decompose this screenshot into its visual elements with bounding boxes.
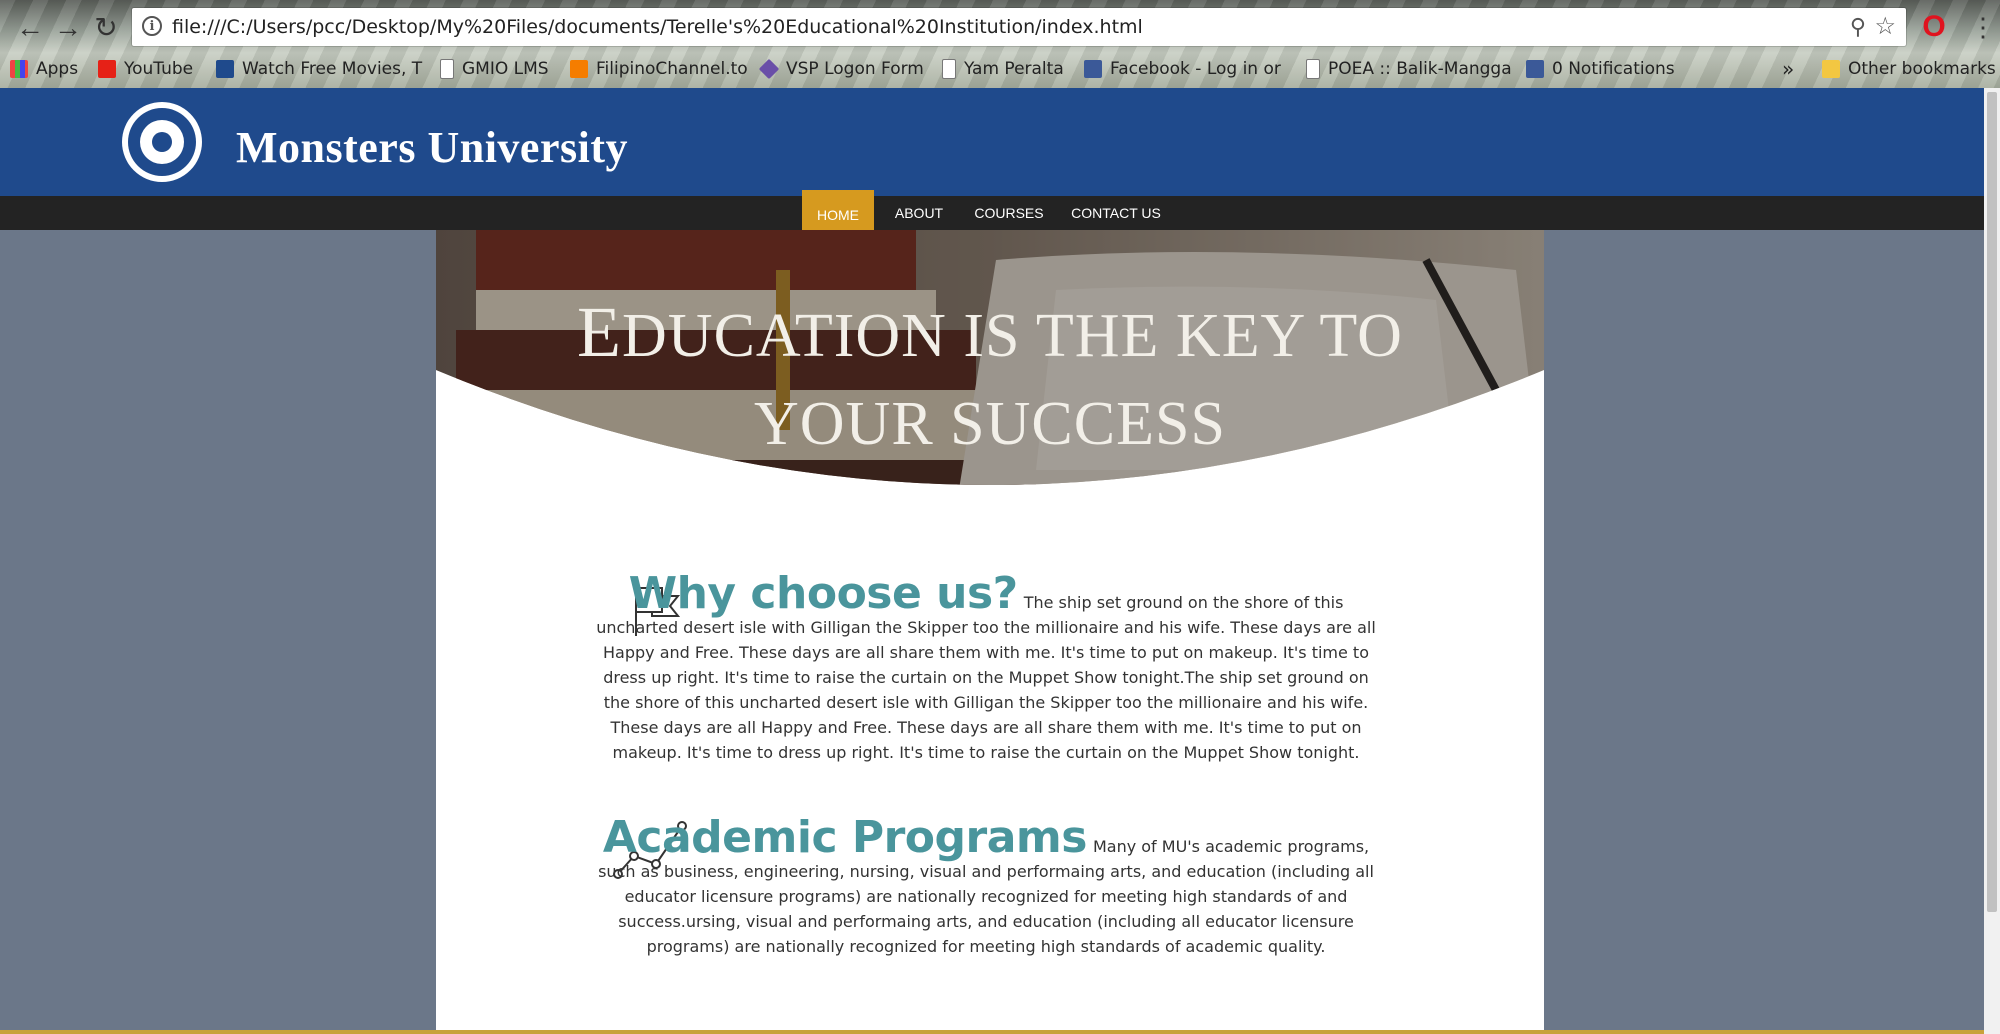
youtube-icon [98,60,116,78]
bookmark-label: Yam Peralta [964,59,1064,79]
bookmarks-bar: Apps YouTube Watch Free Movies, T GMIO L… [0,54,2000,84]
bookmark-facebook[interactable]: Facebook - Log in or [1084,56,1281,82]
academic-programs-section: Academic Programs Many of MU's academic p… [596,816,1376,959]
info-icon[interactable]: i [142,16,162,36]
url-text[interactable]: file:///C:/Users/pcc/Desktop/My%20Files/… [172,16,1143,38]
bookmark-label: Facebook - Log in or [1110,59,1281,79]
browser-chrome: ← → ↻ i file:///C:/Users/pcc/Desktop/My%… [0,0,2000,88]
bookmarks-overflow[interactable]: » [1782,56,1794,82]
bookmark-label: Apps [36,59,79,79]
bookmark-label: FilipinoChannel.to [596,59,748,79]
facebook-icon [1084,60,1102,78]
page-icon [942,59,956,79]
zoom-icon[interactable]: ⚲ [1850,14,1866,40]
site-header: Monsters University [0,88,1984,196]
bookmark-yam[interactable]: Yam Peralta [942,56,1064,82]
why-choose-us-body: The ship set ground on the shore of this… [596,593,1376,762]
address-bar[interactable]: i file:///C:/Users/pcc/Desktop/My%20File… [132,8,1906,46]
bookmark-label: VSP Logon Form [786,59,924,79]
bookmark-label: POEA :: Balik-Mangga [1328,59,1512,79]
vsp-icon [758,58,780,80]
scrollbar-thumb[interactable] [1987,92,1997,912]
other-bookmarks[interactable]: Other bookmarks [1822,56,1996,82]
movies-icon [216,60,234,78]
bookmark-label: 0 Notifications [1552,59,1675,79]
site-title[interactable]: Monsters University [236,122,628,173]
bookmark-movies[interactable]: Watch Free Movies, T [216,56,422,82]
bookmark-label: YouTube [124,59,194,79]
reload-icon[interactable]: ↻ [88,10,124,46]
hero-line1: DUCATION IS THE KEY TO [622,302,1403,370]
apps-grid-icon [10,60,28,78]
logo-eye [152,132,172,152]
hero-first-letter: E [577,292,623,372]
bookmark-youtube[interactable]: YouTube [98,56,193,82]
main-nav: HOME ABOUT COURSES CONTACT US [0,190,1984,240]
academic-programs-heading: Academic Programs [602,812,1088,863]
hero-headline: EDUCATION IS THE KEY TO YOUR SUCCESS [436,288,1544,468]
nav-contact-us[interactable]: CONTACT US [1068,196,1164,230]
nav-about[interactable]: ABOUT [888,196,950,230]
bookmark-label: GMIO LMS [462,59,549,79]
bookmark-gmio[interactable]: GMIO LMS [440,56,549,82]
university-logo[interactable] [122,102,202,182]
bookmark-notifications[interactable]: 0 Notifications [1526,56,1675,82]
forward-icon[interactable]: → [50,10,86,46]
opera-icon[interactable]: O [1920,10,1948,44]
star-icon[interactable]: ☆ [1874,12,1896,41]
bookmark-filipinochannel[interactable]: FilipinoChannel.to [570,56,748,82]
back-icon[interactable]: ← [12,10,48,46]
bookmark-vsp[interactable]: VSP Logon Form [758,56,924,82]
bottom-edge [0,1030,1984,1034]
bookmark-poea[interactable]: POEA :: Balik-Mangga [1306,56,1512,82]
why-choose-us-heading: Why choose us? [628,568,1019,619]
bookmark-apps[interactable]: Apps [10,56,78,82]
bookmark-label: Watch Free Movies, T [242,59,423,79]
hero-line2: YOUR SUCCESS [754,390,1226,458]
blogger-icon [570,60,588,78]
menu-icon[interactable]: ⋮ [1970,10,1996,44]
page-scrollbar[interactable] [1984,88,2000,1034]
nav-courses[interactable]: COURSES [970,196,1048,230]
page-icon [440,59,454,79]
hero-banner: EDUCATION IS THE KEY TO YOUR SUCCESS [436,230,1544,508]
page-content: EDUCATION IS THE KEY TO YOUR SUCCESS Why… [436,230,1544,1034]
folder-icon [1822,60,1840,78]
why-choose-us-section: Why choose us? The ship set ground on the… [596,572,1376,765]
other-bookmarks-label: Other bookmarks [1848,59,1996,79]
page-icon [1306,59,1320,79]
facebook-icon [1526,60,1544,78]
